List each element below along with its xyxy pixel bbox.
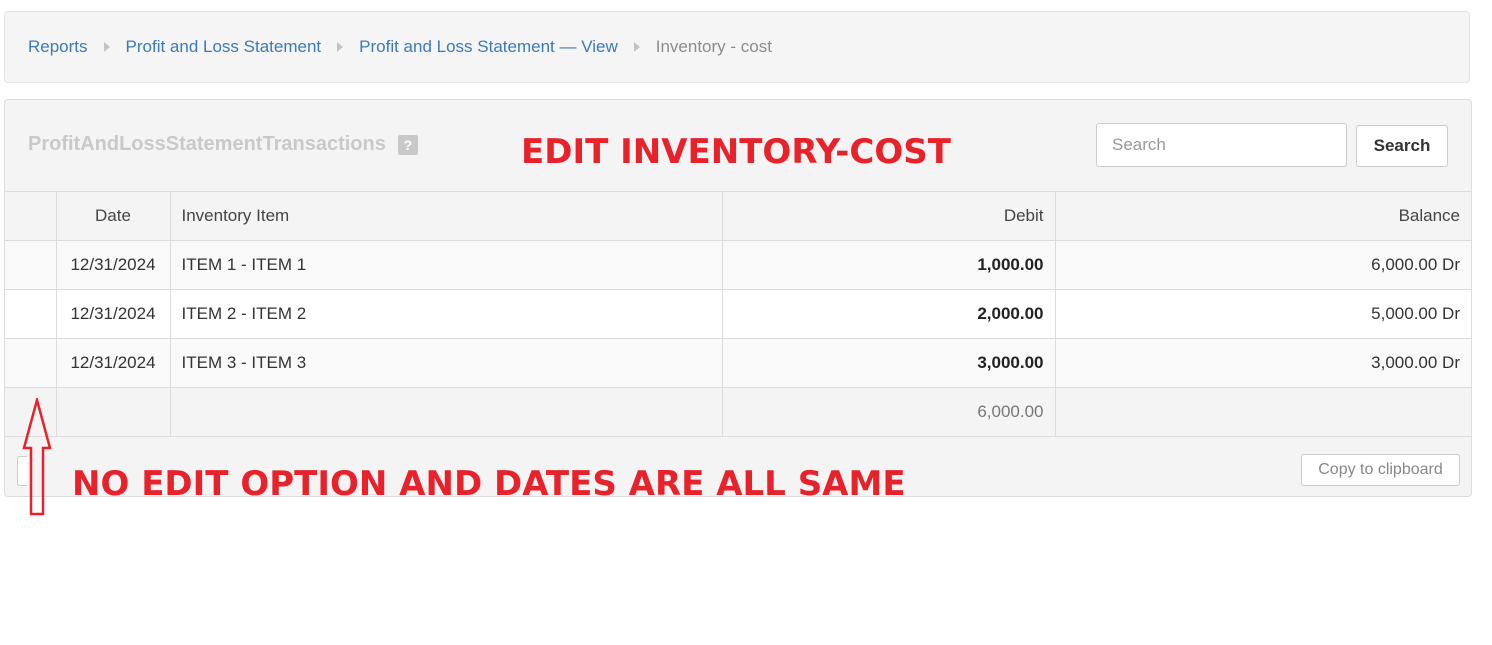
table-row[interactable]: 12/31/2024 ITEM 2 - ITEM 2 2,000.00 5,00… bbox=[5, 289, 1471, 339]
panel-title: ProfitAndLossStatementTransactions bbox=[28, 133, 386, 155]
date-cell: 12/31/2024 bbox=[55, 338, 171, 388]
table-header-row: Date Inventory Item Debit Balance bbox=[5, 191, 1471, 241]
date-cell: 12/31/2024 bbox=[55, 289, 171, 339]
debit-cell: 1,000.00 bbox=[721, 240, 1056, 290]
breadcrumb-current: Inventory - cost bbox=[655, 37, 772, 56]
row-select-cell bbox=[5, 338, 57, 388]
item-cell: ITEM 3 - ITEM 3 bbox=[169, 338, 723, 388]
debit-cell: 3,000.00 bbox=[721, 338, 1056, 388]
breadcrumb: Reports Profit and Loss Statement Profit… bbox=[28, 12, 772, 82]
annotation-bottom: NO EDIT OPTION AND DATES ARE ALL SAME bbox=[72, 464, 906, 504]
up-arrow-icon bbox=[22, 398, 52, 516]
balance-cell: 3,000.00 Dr bbox=[1054, 338, 1471, 388]
copy-to-clipboard-button[interactable]: Copy to clipboard bbox=[1301, 454, 1460, 486]
debit-cell: 2,000.00 bbox=[721, 289, 1056, 339]
balance-cell: 5,000.00 Dr bbox=[1054, 289, 1471, 339]
header-balance[interactable]: Balance bbox=[1054, 191, 1471, 241]
table-total-row: 6,000.00 bbox=[5, 387, 1471, 437]
header-select bbox=[5, 191, 57, 241]
search-button[interactable]: Search bbox=[1356, 125, 1448, 167]
total-debit-cell: 6,000.00 bbox=[721, 387, 1056, 437]
chevron-right-icon bbox=[633, 42, 640, 52]
breadcrumb-link-profit-and-loss-view[interactable]: Profit and Loss Statement — View bbox=[359, 37, 618, 57]
total-empty-cell bbox=[1054, 387, 1471, 437]
chevron-right-icon bbox=[337, 42, 344, 52]
table-row[interactable]: 12/31/2024 ITEM 1 - ITEM 1 1,000.00 6,00… bbox=[5, 240, 1471, 290]
search-input[interactable] bbox=[1096, 123, 1347, 167]
item-cell: ITEM 2 - ITEM 2 bbox=[169, 289, 723, 339]
transactions-table: Date Inventory Item Debit Balance 12/31/… bbox=[5, 191, 1471, 437]
total-empty-cell bbox=[169, 387, 723, 437]
header-date[interactable]: Date bbox=[55, 191, 171, 241]
chevron-right-icon bbox=[103, 42, 110, 52]
row-select-cell bbox=[5, 240, 57, 290]
breadcrumb-link-profit-and-loss[interactable]: Profit and Loss Statement bbox=[126, 37, 322, 57]
annotation-top: EDIT INVENTORY-COST bbox=[521, 132, 951, 172]
header-debit[interactable]: Debit bbox=[721, 191, 1056, 241]
item-cell: ITEM 1 - ITEM 1 bbox=[169, 240, 723, 290]
panel-title-wrap: ProfitAndLossStatementTransactions ? bbox=[28, 133, 418, 156]
header-inventory-item[interactable]: Inventory Item bbox=[169, 191, 723, 241]
date-cell: 12/31/2024 bbox=[55, 240, 171, 290]
question-mark-icon[interactable]: ? bbox=[397, 134, 418, 155]
breadcrumb-link-reports[interactable]: Reports bbox=[28, 37, 88, 57]
total-empty-cell bbox=[55, 387, 171, 437]
row-select-cell bbox=[5, 289, 57, 339]
breadcrumb-panel: Reports Profit and Loss Statement Profit… bbox=[4, 11, 1470, 83]
table-row[interactable]: 12/31/2024 ITEM 3 - ITEM 3 3,000.00 3,00… bbox=[5, 338, 1471, 388]
balance-cell: 6,000.00 Dr bbox=[1054, 240, 1471, 290]
